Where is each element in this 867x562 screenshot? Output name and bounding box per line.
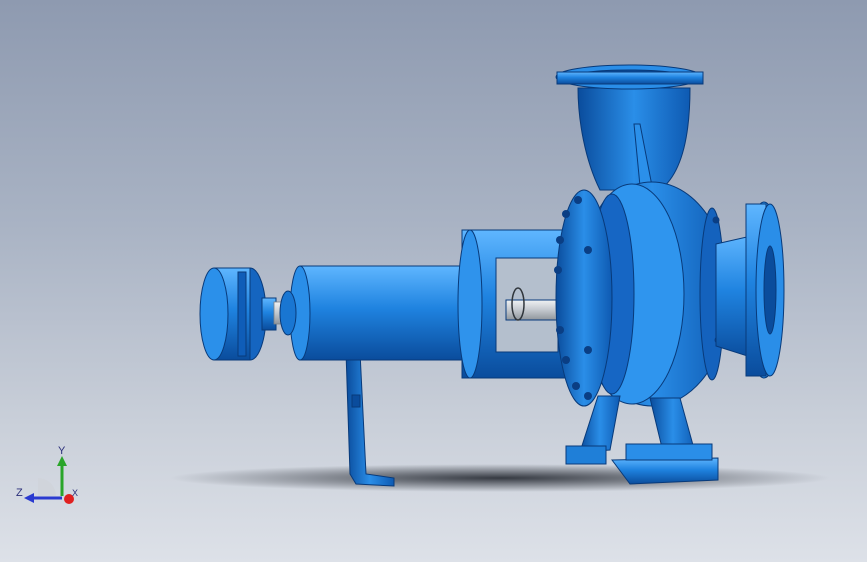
triad-plane — [38, 478, 56, 496]
bearing-housing — [279, 265, 471, 361]
z-axis-head — [24, 493, 34, 503]
x-axis-label: X — [72, 488, 78, 498]
suction-nozzle — [715, 201, 785, 379]
y-axis-label: Y — [58, 445, 66, 457]
discharge-nozzle — [555, 64, 704, 191]
axis-triad: Y Z X — [16, 445, 78, 504]
coupling — [199, 267, 277, 361]
y-axis-head — [57, 456, 67, 466]
pump-model[interactable] — [0, 0, 867, 562]
z-axis-label: Z — [16, 487, 23, 499]
volute-casing — [555, 181, 731, 407]
ground-shadow — [170, 464, 830, 492]
cad-viewport[interactable]: Y Z X — [0, 0, 867, 562]
